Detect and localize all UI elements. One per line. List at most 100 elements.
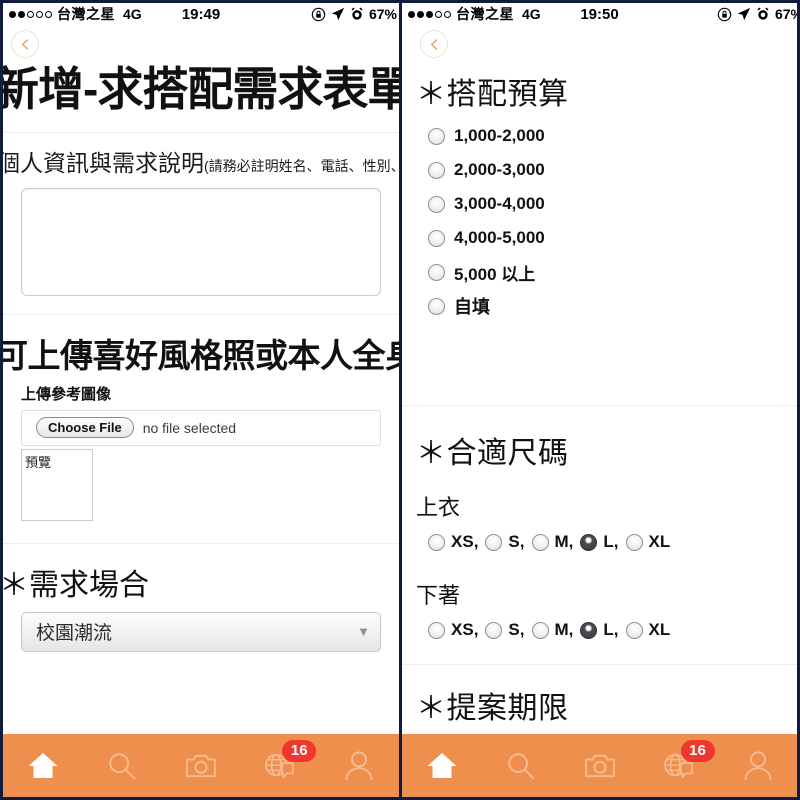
back-button[interactable] [420, 30, 448, 58]
occasion-select[interactable]: 校園潮流 ▼ [21, 611, 381, 652]
deadline-section: ＊提案期限 [402, 665, 797, 727]
radio-icon[interactable] [580, 533, 598, 551]
budget-option[interactable]: 5,000 以上 [428, 255, 797, 289]
back-button[interactable] [11, 30, 39, 58]
radio-icon[interactable] [428, 229, 445, 247]
budget-section: ＊搭配預算 1,000-2,000 2,000-3,000 3,000-4,00… [402, 63, 797, 323]
page-title: 新增-求搭配需求表單 [3, 63, 399, 115]
signal-strength-dots [408, 10, 451, 18]
personal-info-hint: (請務必註明姓名、電話、性別、年齡、職稱與Email等,最多60字) [204, 157, 399, 174]
radio-icon[interactable] [485, 621, 503, 639]
tab-home[interactable] [3, 734, 82, 797]
budget-option[interactable]: 1,000-2,000 [428, 119, 797, 153]
choose-file-button[interactable]: Choose File [36, 417, 134, 439]
size-separator: , [568, 620, 574, 639]
left-phone-panel: 台灣之星 4G 19:49 67% 新增-求搭配需求表單 個人資訊與需求說明(請… [0, 0, 399, 800]
size-option-label: XL [648, 532, 671, 551]
radio-icon[interactable] [428, 195, 445, 213]
budget-option[interactable]: 自填 [428, 289, 797, 323]
size-option[interactable]: XL [625, 532, 671, 552]
budget-option-label: 自填 [454, 297, 490, 317]
radio-icon[interactable] [625, 533, 643, 551]
upload-label: 上傳參考圖像 [21, 385, 112, 403]
budget-option[interactable]: 2,000-3,000 [428, 153, 797, 187]
right-phone-panel: 台灣之星 4G 19:50 67% [399, 0, 800, 800]
location-arrow-icon [331, 7, 345, 21]
home-icon [26, 751, 60, 781]
rotation-lock-icon [717, 7, 732, 22]
carrier-name: 台灣之星 [456, 6, 514, 22]
radio-icon[interactable] [428, 621, 445, 639]
chevron-left-icon [428, 38, 441, 51]
signal-strength-dots [9, 10, 52, 18]
radio-icon[interactable] [485, 533, 503, 551]
image-preview-box: 預覽 [21, 448, 93, 521]
person-icon [743, 751, 772, 781]
discover-badge-count: 16 [680, 740, 715, 762]
size-option-label: XS [451, 532, 474, 551]
radio-icon[interactable] [531, 621, 549, 639]
personal-info-section: 個人資訊與需求說明(請務必註明姓名、電話、性別、年齡、職稱與Email等,最多6… [3, 133, 399, 296]
radio-icon[interactable] [428, 533, 445, 551]
size-option-label: XS [451, 620, 474, 639]
budget-option[interactable]: 4,000-5,000 [428, 221, 797, 255]
radio-icon[interactable] [531, 533, 549, 551]
battery-percent: 67% [774, 6, 797, 22]
battery-percent: 67% [368, 6, 397, 22]
tab-profile[interactable] [320, 734, 399, 797]
tab-discover[interactable]: 16 [639, 734, 718, 797]
radio-icon[interactable] [625, 621, 643, 639]
carrier-name: 台灣之星 [57, 6, 115, 22]
budget-option-label: 4,000-5,000 [454, 228, 545, 247]
radio-icon[interactable] [428, 297, 445, 315]
status-bar: 台灣之星 4G 19:49 67% [3, 3, 399, 25]
personal-info-label: 個人資訊與需求說明(請務必註明姓名、電話、性別、年齡、職稱與Email等,最多6… [3, 149, 399, 178]
size-separator: , [473, 620, 479, 639]
search-icon [107, 751, 137, 781]
tab-camera[interactable] [560, 734, 639, 797]
tab-search[interactable] [82, 734, 161, 797]
size-bottom-label: 下著 [416, 583, 461, 608]
status-bar-left: 台灣之星 4G [9, 4, 142, 24]
tab-profile[interactable] [718, 734, 797, 797]
tab-discover[interactable]: 16 [241, 734, 320, 797]
personal-info-textarea[interactable] [21, 187, 381, 296]
size-option[interactable]: L [580, 532, 614, 552]
size-option-label: S [508, 532, 520, 551]
budget-option[interactable]: 3,000-4,000 [428, 187, 797, 221]
budget-title: ＊搭配預算 [416, 78, 569, 111]
budget-option-label: 3,000-4,000 [454, 194, 545, 213]
tab-camera[interactable] [161, 734, 240, 797]
size-option[interactable]: S [485, 532, 520, 552]
budget-radio-list: 1,000-2,000 2,000-3,000 3,000-4,000 4,00… [428, 119, 797, 323]
size-option[interactable]: XL [625, 620, 670, 640]
size-option[interactable]: M [531, 620, 569, 640]
file-input-row[interactable]: Choose File no file selected [21, 409, 381, 446]
nav-bar [402, 25, 797, 63]
size-option[interactable]: S [485, 620, 520, 640]
tab-home[interactable] [402, 734, 481, 797]
radio-icon[interactable] [580, 621, 598, 639]
camera-icon [185, 753, 217, 779]
size-option[interactable]: XS [428, 532, 474, 552]
radio-icon[interactable] [428, 263, 445, 281]
chevron-down-icon: ▼ [357, 624, 370, 640]
radio-icon[interactable] [428, 161, 445, 179]
size-option[interactable]: L [580, 620, 614, 640]
size-option-label: S [508, 620, 520, 639]
bottom-tab-bar: 16 [3, 734, 399, 797]
location-arrow-icon [737, 7, 751, 21]
budget-option-label: 5,000 以上 [454, 264, 536, 284]
size-option-label: M [554, 620, 569, 639]
tab-search[interactable] [481, 734, 560, 797]
size-option[interactable]: M [531, 532, 569, 552]
nav-bar [3, 25, 399, 63]
occasion-selected-value: 校園潮流 [36, 623, 113, 645]
size-section: ＊合適尺碼 上衣 XS , S , M , L , XL 下著 XS , S ,… [402, 406, 797, 640]
upload-section: 可上傳喜好風格照或本人全身照 上傳參考圖像 Choose File no fil… [3, 315, 399, 521]
deadline-title: ＊提案期限 [416, 692, 569, 725]
network-type: 4G [123, 6, 142, 22]
size-option[interactable]: XS [428, 620, 474, 640]
radio-icon[interactable] [428, 127, 445, 145]
size-separator: , [473, 532, 479, 551]
